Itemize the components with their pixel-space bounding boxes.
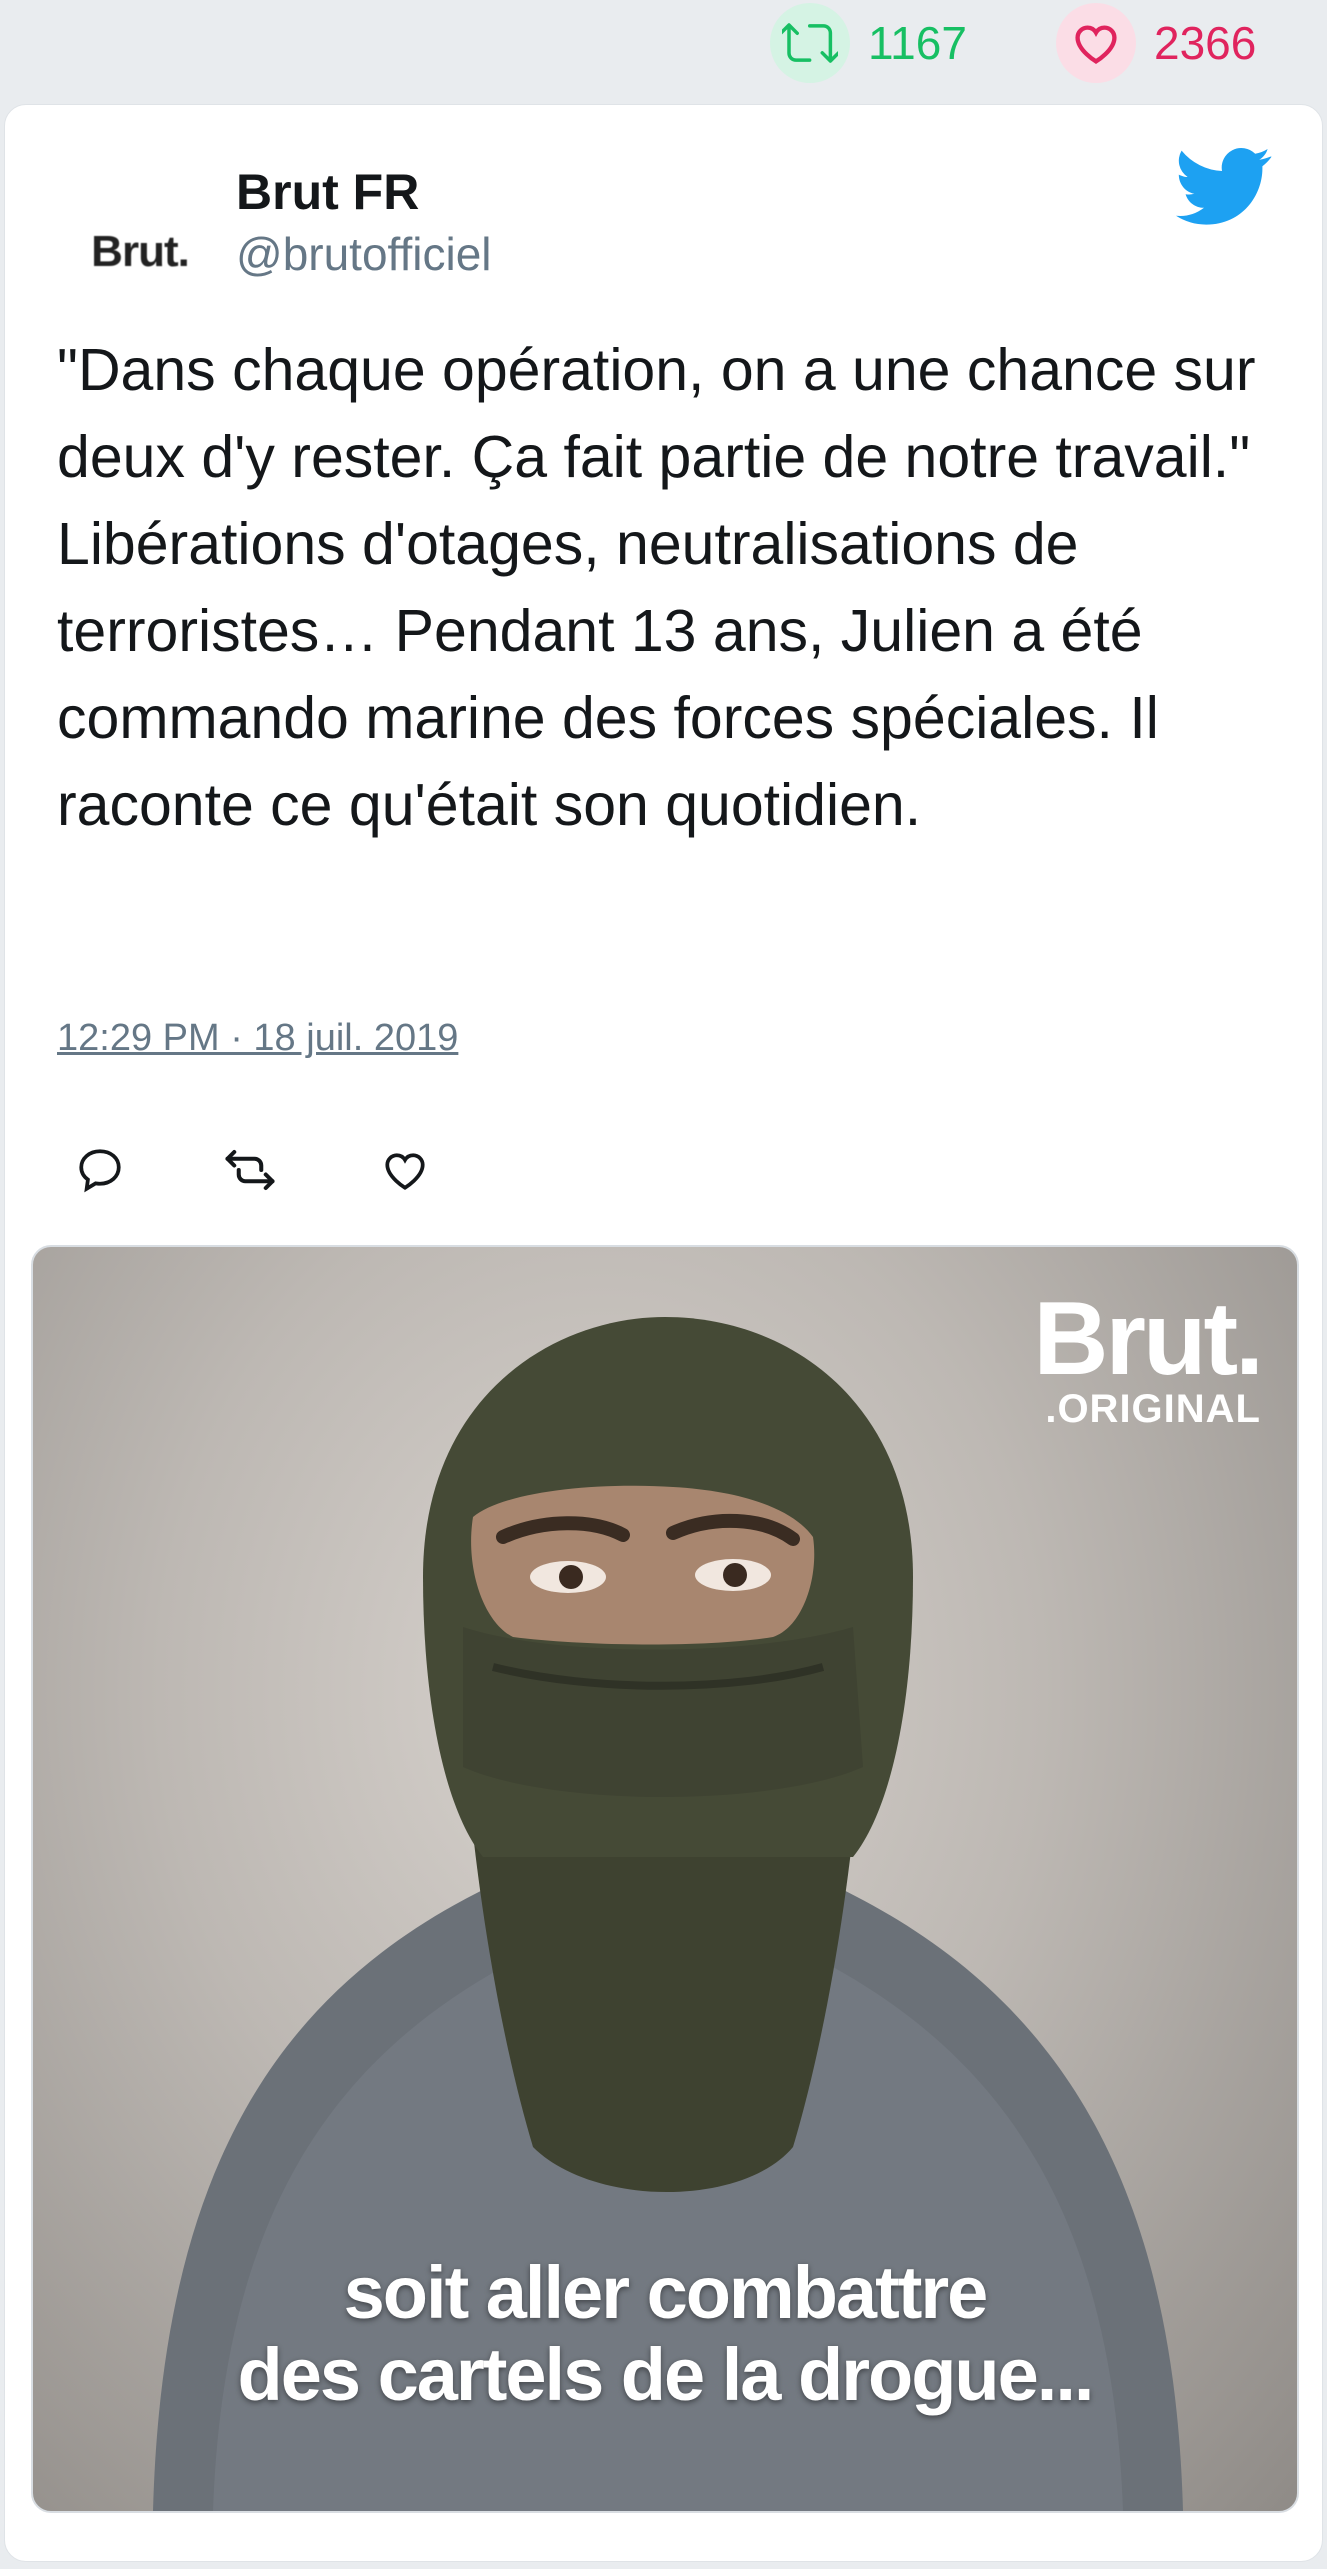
video-subtitle-line-2: des cartels de la drogue... — [237, 2333, 1095, 2416]
reply-icon[interactable] — [65, 1135, 135, 1205]
tweet-card: Brut. Brut FR @brutofficiel "Dans chaque… — [4, 104, 1323, 2562]
retweet-count[interactable]: 1167 — [770, 3, 967, 83]
tweet-timestamp[interactable]: 12:29 PM · 18 juil. 2019 — [57, 1017, 458, 1060]
video-thumbnail[interactable]: Brut. .ORIGINAL soit aller combattre des… — [31, 1245, 1299, 2513]
tweet-stats-bar: 1167 2366 — [0, 0, 1327, 100]
heart-icon — [1056, 3, 1136, 83]
avatar[interactable]: Brut. — [65, 177, 215, 327]
twitter-bird-icon[interactable] — [1175, 147, 1273, 227]
like-count[interactable]: 2366 — [1056, 3, 1257, 83]
retweet-count-value: 1167 — [868, 17, 967, 69]
retweet-icon[interactable] — [215, 1135, 285, 1205]
avatar-logo-text: Brut. — [91, 227, 190, 276]
author-handle[interactable]: @brutofficiel — [236, 227, 492, 281]
video-subtitle-line-1: soit aller combattre — [343, 2251, 989, 2334]
heart-icon[interactable] — [370, 1135, 440, 1205]
like-count-value: 2366 — [1154, 17, 1257, 69]
brut-original-logo: Brut. .ORIGINAL — [1033, 1281, 1264, 1431]
tweet-text: "Dans chaque opération, on a une chance … — [57, 337, 1256, 838]
author-name[interactable]: Brut FR — [236, 163, 419, 221]
retweet-icon — [770, 3, 850, 83]
